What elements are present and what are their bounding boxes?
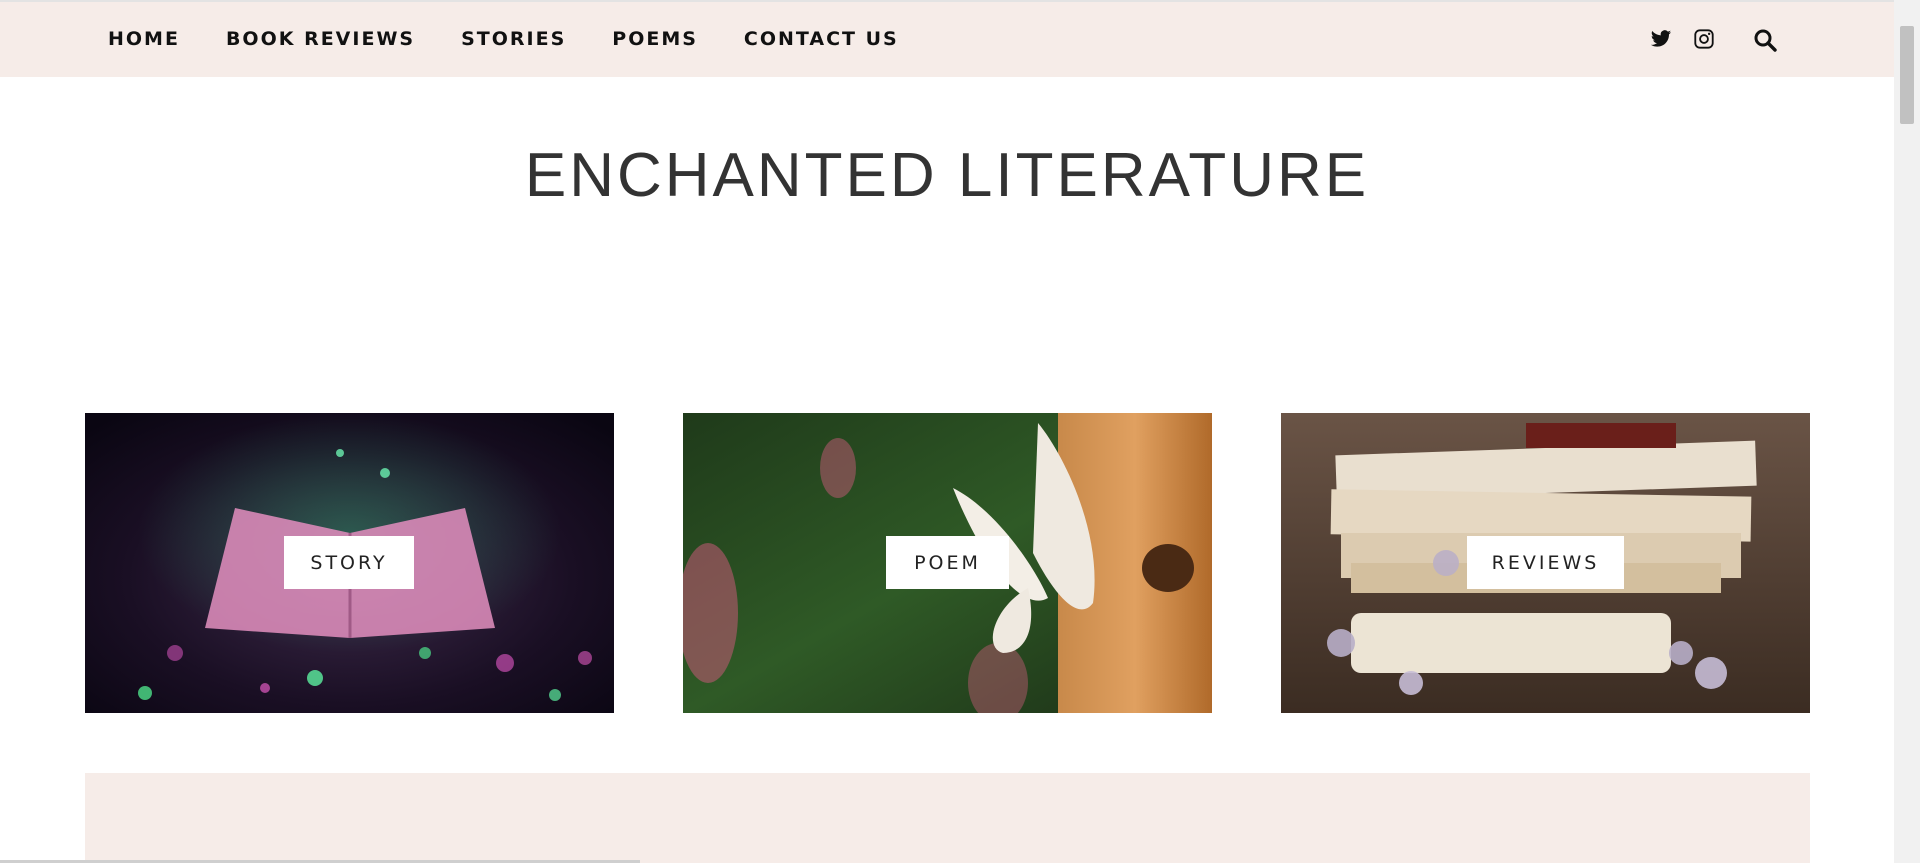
category-tile-poem[interactable]: POEM [683,413,1212,713]
vertical-scrollbar[interactable] [1894,0,1920,863]
nav-poems[interactable]: POEMS [612,28,698,50]
site-title: ENCHANTED LITERATURE [524,141,1370,210]
tile-label-poem[interactable]: POEM [886,536,1009,589]
search-icon[interactable] [1753,28,1777,52]
nav-stories[interactable]: STORIES [461,28,566,50]
social-links [1650,28,1777,52]
top-nav-bar: HOME BOOK REVIEWS STORIES POEMS CONTACT … [0,0,1894,77]
tile-label-story[interactable]: STORY [284,536,414,589]
main-nav: HOME BOOK REVIEWS STORIES POEMS CONTACT … [108,28,945,50]
nav-home[interactable]: HOME [108,28,180,50]
nav-contact-us[interactable]: CONTACT US [744,28,899,50]
instagram-icon[interactable] [1693,28,1717,52]
twitter-icon[interactable] [1650,28,1674,52]
category-tile-reviews[interactable]: REVIEWS [1281,413,1810,713]
nav-book-reviews[interactable]: BOOK REVIEWS [226,28,415,50]
scrollbar-thumb[interactable] [1900,26,1914,124]
category-tile-story[interactable]: STORY [85,413,614,713]
tile-label-reviews[interactable]: REVIEWS [1467,536,1624,589]
content-band [85,773,1810,863]
